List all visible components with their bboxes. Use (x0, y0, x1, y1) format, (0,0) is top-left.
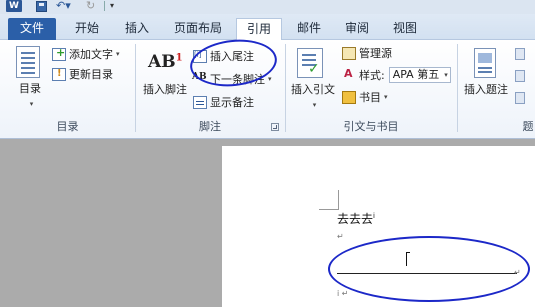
toc-button[interactable]: 目录 ▾ (14, 80, 46, 109)
word-logo-icon[interactable]: W (6, 0, 22, 12)
show-notes-icon (193, 95, 207, 109)
group-label-footnotes: 脚注 (199, 120, 221, 133)
manage-sources-button[interactable]: 管理源 (342, 44, 392, 62)
paragraph-mark-icon: ↵ (514, 268, 521, 277)
endnote-separator (337, 273, 517, 274)
update-toc-icon (52, 67, 66, 81)
insert-caption-icon[interactable] (474, 48, 496, 78)
tab-page-layout[interactable]: 页面布局 (166, 18, 230, 40)
document-body-text[interactable]: 去去去i (337, 210, 375, 227)
insert-endnote-button[interactable]: 插入尾注 (193, 47, 254, 65)
table-of-contents-icon[interactable] (16, 46, 40, 78)
paragraph-mark-icon: ↵ (337, 232, 344, 241)
insert-table-of-figures-icon[interactable] (515, 48, 525, 60)
text-cursor (406, 252, 410, 266)
quick-access-toolbar: W ↶▾ ↻ ▾ (0, 0, 535, 14)
style-icon (342, 67, 356, 82)
tab-mailings[interactable]: 邮件 (288, 18, 330, 40)
show-notes-button[interactable]: 显示备注 (193, 93, 254, 111)
customize-toolbar-icon[interactable]: ▾ (110, 0, 114, 12)
undo-icon[interactable]: ↶▾ (56, 0, 71, 12)
ribbon-references: 目录▾ 添加文字▾ 更新目录 目录 AB1 插入脚注 插入尾注 下一条脚注▾ 显… (0, 40, 535, 139)
tab-insert[interactable]: 插入 (116, 18, 158, 40)
tab-review[interactable]: 审阅 (336, 18, 378, 40)
tab-file[interactable]: 文件 (8, 18, 56, 40)
toolbar-divider (104, 1, 105, 11)
tab-references[interactable]: 引用 (236, 18, 282, 41)
insert-endnote-icon (193, 49, 207, 63)
update-table-icon[interactable] (515, 70, 525, 82)
tab-view[interactable]: 视图 (384, 18, 426, 40)
add-text-button[interactable]: 添加文字▾ (52, 45, 120, 63)
footnote-reference: i (373, 212, 375, 220)
citation-style-row: 样式: APA 第五▾ (342, 66, 451, 84)
insert-footnote-button[interactable]: 插入脚注 (140, 81, 190, 97)
insert-footnote-icon[interactable]: AB1 (148, 52, 183, 72)
citation-style-select[interactable]: APA 第五 ▾ (388, 67, 451, 83)
redo-icon[interactable]: ↻ (86, 0, 95, 12)
margin-corner-mark (319, 190, 339, 210)
next-footnote-icon (192, 72, 207, 86)
document-area: 去去去i ↵ ↵ i ↵ (0, 140, 535, 307)
insert-citation-button[interactable]: 插入引文 ▾ (289, 81, 337, 110)
bibliography-icon (342, 90, 356, 104)
group-label-toc: 目录 (56, 120, 79, 133)
group-divider (457, 44, 458, 132)
insert-caption-button[interactable]: 插入题注 (461, 81, 511, 97)
next-footnote-button[interactable]: 下一条脚注▾ (192, 70, 272, 88)
cross-reference-icon[interactable] (515, 92, 525, 104)
document-page[interactable]: 去去去i ↵ ↵ i ↵ (222, 146, 535, 307)
group-divider (285, 44, 286, 132)
ribbon-tabs: 文件 开始 插入 页面布局 引用 邮件 审阅 视图 (0, 14, 535, 41)
group-divider (135, 44, 136, 132)
endnote-mark-icon: i ↵ (337, 289, 349, 298)
insert-citation-icon[interactable] (297, 48, 323, 78)
bibliography-button[interactable]: 书目 ▾ (342, 88, 388, 106)
manage-sources-icon (342, 46, 356, 60)
tab-home[interactable]: 开始 (66, 18, 108, 40)
update-toc-button[interactable]: 更新目录 (52, 65, 113, 83)
group-label-citations: 引文与书目 (343, 120, 399, 133)
save-icon[interactable] (36, 1, 47, 12)
footnote-dialog-launcher-icon[interactable] (271, 123, 279, 131)
add-text-icon (52, 46, 66, 61)
group-label-captions: 题 (522, 120, 534, 133)
